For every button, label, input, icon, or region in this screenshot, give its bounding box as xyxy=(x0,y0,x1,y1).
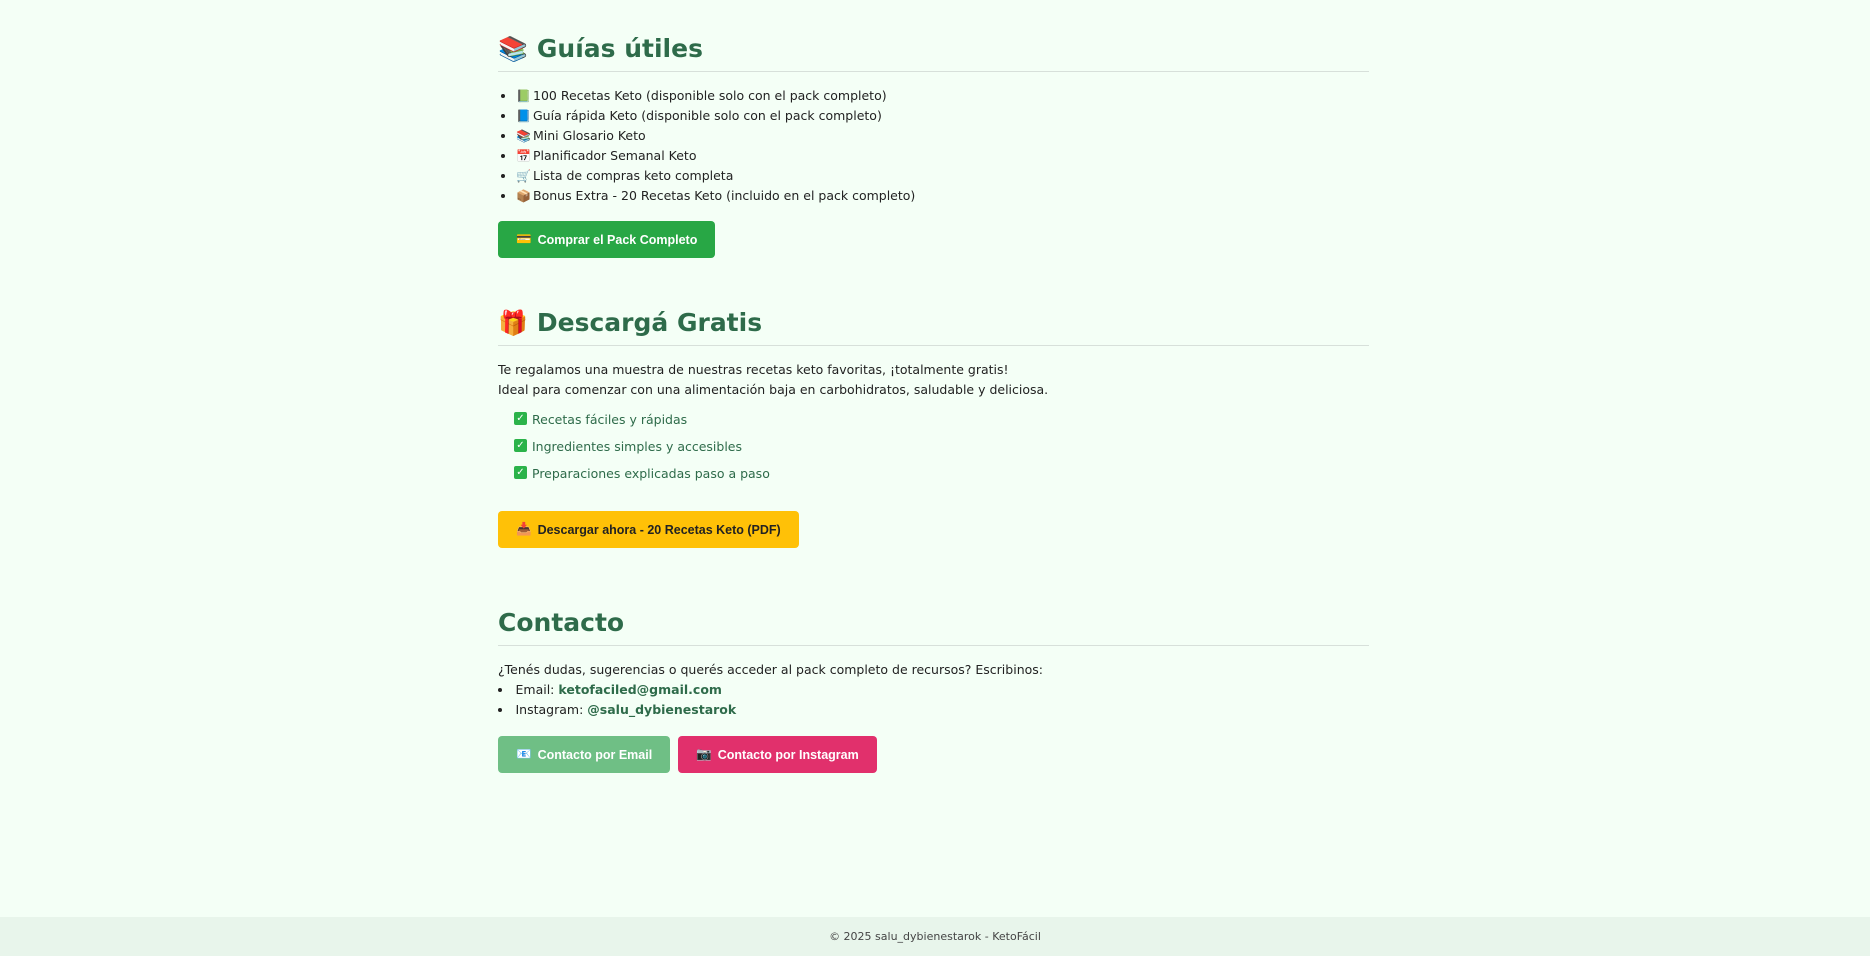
green-book-icon: 📗 xyxy=(516,89,531,103)
credit-card-icon: 💳 xyxy=(516,232,532,246)
footer-text: © 2025 salu_dybienestarok - KetoFácil xyxy=(829,930,1041,943)
blue-book-icon: 📘 xyxy=(516,109,531,123)
list-item: Instagram: @salu_dybienestarok xyxy=(498,700,1369,720)
list-item: 📚Mini Glosario Keto xyxy=(516,126,1369,146)
contact-section: Contacto ¿Tenés dudas, sugerencias o que… xyxy=(498,608,1369,773)
package-icon: 📦 xyxy=(516,189,531,203)
list-item: 🛒Lista de compras keto completa xyxy=(516,166,1369,186)
books-icon: 📚 xyxy=(498,34,528,63)
list-item: 📦Bonus Extra - 20 Recetas Keto (incluido… xyxy=(516,186,1369,206)
free-download-section: 🎁 Descargá Gratis Te regalamos una muest… xyxy=(498,308,1369,548)
contact-intro: ¿Tenés dudas, sugerencias o querés acced… xyxy=(498,662,1043,677)
list-item: ✓ Ingredientes simples y accesibles xyxy=(514,439,1369,466)
envelope-icon: 📧 xyxy=(516,747,532,761)
contact-instagram-button[interactable]: 📷 Contacto por Instagram xyxy=(678,736,877,773)
guides-heading: 📚 Guías útiles xyxy=(498,34,1369,72)
download-tray-icon: 📥 xyxy=(516,522,532,536)
guides-heading-text: Guías útiles xyxy=(536,34,703,63)
free-heading: 🎁 Descargá Gratis xyxy=(498,308,1369,346)
checkmark-icon: ✓ xyxy=(514,466,527,479)
list-item: 📗100 Recetas Keto (disponible solo con e… xyxy=(516,86,1369,106)
gift-icon: 🎁 xyxy=(498,308,528,337)
guides-section: 📚 Guías útiles 📗100 Recetas Keto (dispon… xyxy=(498,34,1369,258)
buy-pack-button[interactable]: 💳 Comprar el Pack Completo xyxy=(498,221,716,258)
cart-icon: 🛒 xyxy=(516,169,531,183)
free-intro-line2: Ideal para comenzar con una alimentación… xyxy=(498,382,1049,397)
list-item: ✓ Preparaciones explicadas paso a paso xyxy=(514,466,1369,493)
email-link[interactable]: ketofaciled@gmail.com xyxy=(558,682,722,697)
guides-list: 📗100 Recetas Keto (disponible solo con e… xyxy=(498,86,1369,206)
contact-heading: Contacto xyxy=(498,608,1369,646)
download-free-button[interactable]: 📥 Descargar ahora - 20 Recetas Keto (PDF… xyxy=(498,511,799,548)
benefits-list: ✓ Recetas fáciles y rápidas ✓ Ingredientes… xyxy=(514,412,1369,493)
list-item: ✓ Recetas fáciles y rápidas xyxy=(514,412,1369,439)
free-heading-text: Descargá Gratis xyxy=(536,308,763,337)
calendar-icon: 📅 xyxy=(516,149,531,163)
free-intro-line1: Te regalamos una muestra de nuestras rec… xyxy=(498,362,1009,377)
camera-icon: 📷 xyxy=(696,747,712,761)
contact-email-button[interactable]: 📧 Contacto por Email xyxy=(498,736,671,773)
page-footer: © 2025 salu_dybienestarok - KetoFácil xyxy=(0,917,1870,956)
list-item: 📘Guía rápida Keto (disponible solo con e… xyxy=(516,106,1369,126)
list-item: Email: ketofaciled@gmail.com xyxy=(498,680,1369,700)
checkmark-icon: ✓ xyxy=(514,412,527,425)
checkmark-icon: ✓ xyxy=(514,439,527,452)
books-icon: 📚 xyxy=(516,129,531,143)
contact-list: Email: ketofaciled@gmail.com Instagram: … xyxy=(498,680,1369,720)
list-item: 📅Planificador Semanal Keto xyxy=(516,146,1369,166)
instagram-link[interactable]: @salu_dybienestarok xyxy=(587,702,736,717)
